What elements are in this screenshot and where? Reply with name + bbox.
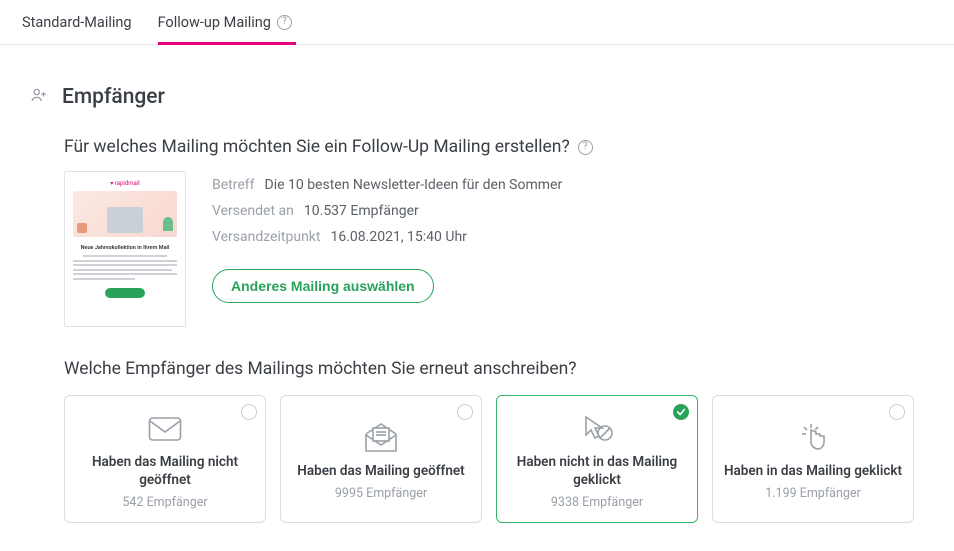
preview-cta-button <box>105 288 145 298</box>
tab-label: Standard-Mailing <box>22 14 132 31</box>
tab-standard-mailing[interactable]: Standard-Mailing <box>22 0 132 44</box>
envelope-open-icon <box>364 421 398 455</box>
choose-other-mailing-button[interactable]: Anderes Mailing auswählen <box>212 269 434 303</box>
meta-value: Die 10 besten Newsletter-Ideen für den S… <box>265 177 563 193</box>
brand-logo-icon: ▾ rapidmail <box>110 180 139 187</box>
card-not-clicked[interactable]: Haben nicht in das Mailing geklickt 9338… <box>496 395 698 523</box>
help-icon[interactable]: ? <box>277 15 292 30</box>
meta-subject: Betreff Die 10 besten Newsletter-Ideen f… <box>212 177 562 193</box>
preview-hero-image <box>73 191 177 237</box>
section-header: Empfänger <box>30 85 924 109</box>
question-which-mailing: Für welches Mailing möchten Sie ein Foll… <box>64 137 924 157</box>
envelope-closed-icon <box>148 412 182 446</box>
content-area: Empfänger Für welches Mailing möchten Si… <box>0 45 954 523</box>
tabs-bar: Standard-Mailing Follow-up Mailing ? <box>0 0 954 45</box>
card-title: Haben nicht in das Mailing geklickt <box>507 454 687 489</box>
card-sub: 9338 Empfänger <box>551 495 643 510</box>
mailing-preview-thumbnail[interactable]: ▾ rapidmail Neue Jahreskollektion in Ihr… <box>64 171 186 327</box>
tab-label: Follow-up Mailing <box>158 14 271 31</box>
card-not-opened[interactable]: Haben das Mailing nicht geöffnet 542 Emp… <box>64 395 266 523</box>
meta-label: Versendet an <box>212 203 294 219</box>
mailing-meta: Betreff Die 10 besten Newsletter-Ideen f… <box>212 171 562 327</box>
card-sub: 1.199 Empfänger <box>765 486 861 501</box>
tab-followup-mailing[interactable]: Follow-up Mailing ? <box>158 0 292 44</box>
radio-indicator <box>457 404 473 420</box>
meta-label: Betreff <box>212 177 255 193</box>
card-title: Haben das Mailing geöffnet <box>297 463 464 481</box>
section-title: Empfänger <box>62 85 165 109</box>
preview-body-lines <box>73 255 177 282</box>
meta-value: 16.08.2021, 15:40 Uhr <box>330 229 466 245</box>
question-text: Welche Empfänger des Mailings möchten Si… <box>64 359 577 379</box>
question-which-recipients: Welche Empfänger des Mailings möchten Si… <box>64 359 924 379</box>
card-sub: 542 Empfänger <box>122 495 207 510</box>
radio-indicator-checked <box>673 404 689 420</box>
preview-headline: Neue Jahreskollektion in Ihrem Mail <box>81 245 170 251</box>
card-sub: 9995 Empfänger <box>335 486 427 501</box>
card-opened[interactable]: Haben das Mailing geöffnet 9995 Empfänge… <box>280 395 482 523</box>
meta-send-time: Versandzeitpunkt 16.08.2021, 15:40 Uhr <box>212 229 562 245</box>
radio-indicator <box>889 404 905 420</box>
card-title: Haben in das Mailing geklickt <box>724 463 902 481</box>
pointer-click-icon <box>798 421 828 455</box>
meta-label: Versandzeitpunkt <box>212 229 320 245</box>
help-icon[interactable]: ? <box>578 140 593 155</box>
card-title: Haben das Mailing nicht geöffnet <box>75 454 255 489</box>
selected-mailing-block: ▾ rapidmail Neue Jahreskollektion in Ihr… <box>64 171 924 327</box>
meta-sent-to: Versendet an 10.537 Empfänger <box>212 203 562 219</box>
question-text: Für welches Mailing möchten Sie ein Foll… <box>64 137 570 157</box>
cursor-forbidden-icon <box>580 412 614 446</box>
radio-indicator <box>241 404 257 420</box>
recipients-icon <box>30 86 48 108</box>
recipient-filter-cards: Haben das Mailing nicht geöffnet 542 Emp… <box>64 395 924 523</box>
card-clicked[interactable]: Haben in das Mailing geklickt 1.199 Empf… <box>712 395 914 523</box>
meta-value: 10.537 Empfänger <box>304 203 419 219</box>
